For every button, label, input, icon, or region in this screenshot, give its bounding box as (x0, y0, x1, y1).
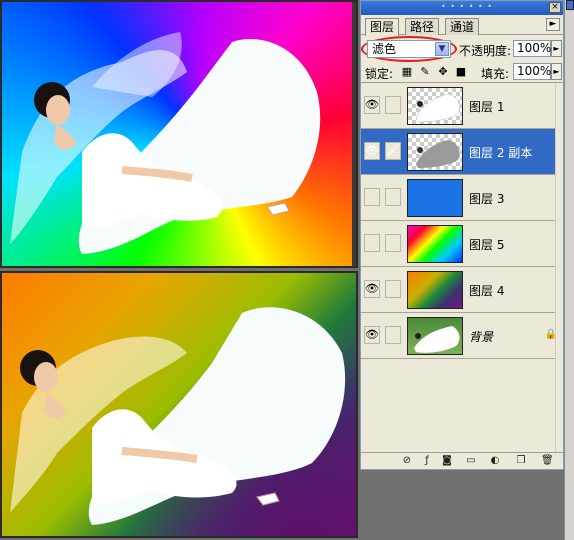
layer-row-layer-1[interactable]: 👁 图层 1 (361, 83, 563, 129)
grip-dots: • • • • • • (441, 2, 494, 11)
layer-name: 图层 4 (469, 284, 505, 298)
eye-slot[interactable] (364, 234, 380, 252)
layer-thumbnail-white-dress (407, 87, 463, 125)
opacity-label: 不透明度: (459, 44, 512, 58)
tab-layers[interactable]: 图层 (365, 18, 400, 36)
bride-image-top (10, 32, 321, 254)
panel-menu-icon[interactable]: ► (546, 18, 560, 31)
layers-list: 👁 图层 1 👁 🖌 图层 2 副本 图层 3 图层 5 👁 图层 4 👁 背景… (361, 83, 563, 359)
opacity-input[interactable]: 100% (513, 40, 551, 57)
layer-name: 背景 (469, 330, 494, 344)
panel-tabs: 图层 路径 通道 ► (361, 15, 563, 36)
layer-thumbnail-rainbow (407, 225, 463, 263)
fx-icon[interactable]: ƒ (421, 455, 433, 467)
tab-channels[interactable]: 通道 (445, 18, 480, 35)
link-slot[interactable] (385, 326, 401, 344)
close-icon[interactable]: × (549, 2, 561, 13)
panel-title-bar[interactable]: • • • • • • × (361, 1, 563, 15)
document-canvas-bottom[interactable] (0, 271, 358, 538)
layer-row-layer-4[interactable]: 👁 图层 4 (361, 267, 563, 313)
eye-icon[interactable]: 👁 (364, 280, 380, 298)
lock-all-icon[interactable]: ■ (455, 66, 467, 78)
tab-paths[interactable]: 路径 (405, 18, 440, 35)
layer-name: 图层 5 (469, 238, 505, 252)
link-slot[interactable] (385, 234, 401, 252)
lock-label: 锁定: (365, 67, 394, 81)
lock-fill-row: 锁定: ▦ ✎ ✥ ■ 填充: 100% ► (361, 61, 563, 83)
fill-label: 填充: (481, 67, 510, 81)
eye-icon[interactable]: 👁 (364, 142, 380, 160)
lock-image-icon[interactable]: ✎ (419, 66, 431, 78)
layer-thumbnail-photo (407, 317, 463, 355)
link-layers-icon[interactable]: ⊘ (401, 455, 413, 467)
folder-icon[interactable]: ▭ (465, 455, 477, 467)
bride-image-bottom (10, 307, 346, 525)
link-slot[interactable] (385, 280, 401, 298)
document-canvas-top[interactable] (0, 0, 358, 268)
layer-thumbnail-orange-purple-gradient (407, 271, 463, 309)
brush-icon[interactable]: 🖌 (385, 142, 401, 160)
chevron-down-icon[interactable]: ▼ (435, 42, 449, 56)
opacity-slider-arrow-icon[interactable]: ► (551, 40, 562, 57)
fill-input[interactable]: 100% (513, 63, 551, 80)
layers-scrollbar[interactable] (555, 83, 563, 453)
eye-icon[interactable]: 👁 (364, 326, 380, 344)
lock-position-icon[interactable]: ✥ (437, 66, 449, 78)
eye-slot[interactable] (364, 188, 380, 206)
adjustment-icon[interactable]: ◐ (489, 455, 501, 467)
layer-name: 图层 2 副本 (469, 146, 533, 160)
lock-transparency-icon[interactable]: ▦ (401, 66, 413, 78)
layer-thumbnail-grey-dress (407, 133, 463, 171)
mask-icon[interactable]: ◙ (441, 455, 453, 467)
blend-opacity-row: 滤色 ▼ 不透明度: 100% ► (361, 35, 563, 62)
layer-name: 图层 1 (469, 100, 505, 114)
layers-panel: • • • • • • × 图层 路径 通道 ► 滤色 ▼ 不透明度: 100%… (360, 0, 564, 470)
layer-row-layer-3[interactable]: 图层 3 (361, 175, 563, 221)
layer-row-background[interactable]: 👁 背景 🔒 (361, 313, 563, 359)
new-layer-icon[interactable]: ❐ (515, 455, 527, 467)
trash-icon[interactable]: 🗑 (541, 455, 554, 467)
layers-bottom-toolbar: ⊘ ƒ ◙ ▭ ◐ ❐ 🗑 (361, 452, 563, 469)
layer-row-layer-2-copy[interactable]: 👁 🖌 图层 2 副本 (361, 129, 563, 175)
layer-thumbnail-solid-blue (407, 179, 463, 217)
blend-mode-select[interactable]: 滤色 ▼ (367, 40, 451, 58)
blend-mode-value: 滤色 (372, 42, 397, 56)
layer-name: 图层 3 (469, 192, 505, 206)
eye-icon[interactable]: 👁 (364, 96, 380, 114)
workspace-background (360, 470, 564, 540)
scroll-thumb[interactable] (566, 0, 574, 10)
window-scrollbar[interactable] (564, 0, 574, 540)
fill-slider-arrow-icon[interactable]: ► (551, 63, 562, 80)
link-slot[interactable] (385, 96, 401, 114)
link-slot[interactable] (385, 188, 401, 206)
layer-row-layer-5[interactable]: 图层 5 (361, 221, 563, 267)
